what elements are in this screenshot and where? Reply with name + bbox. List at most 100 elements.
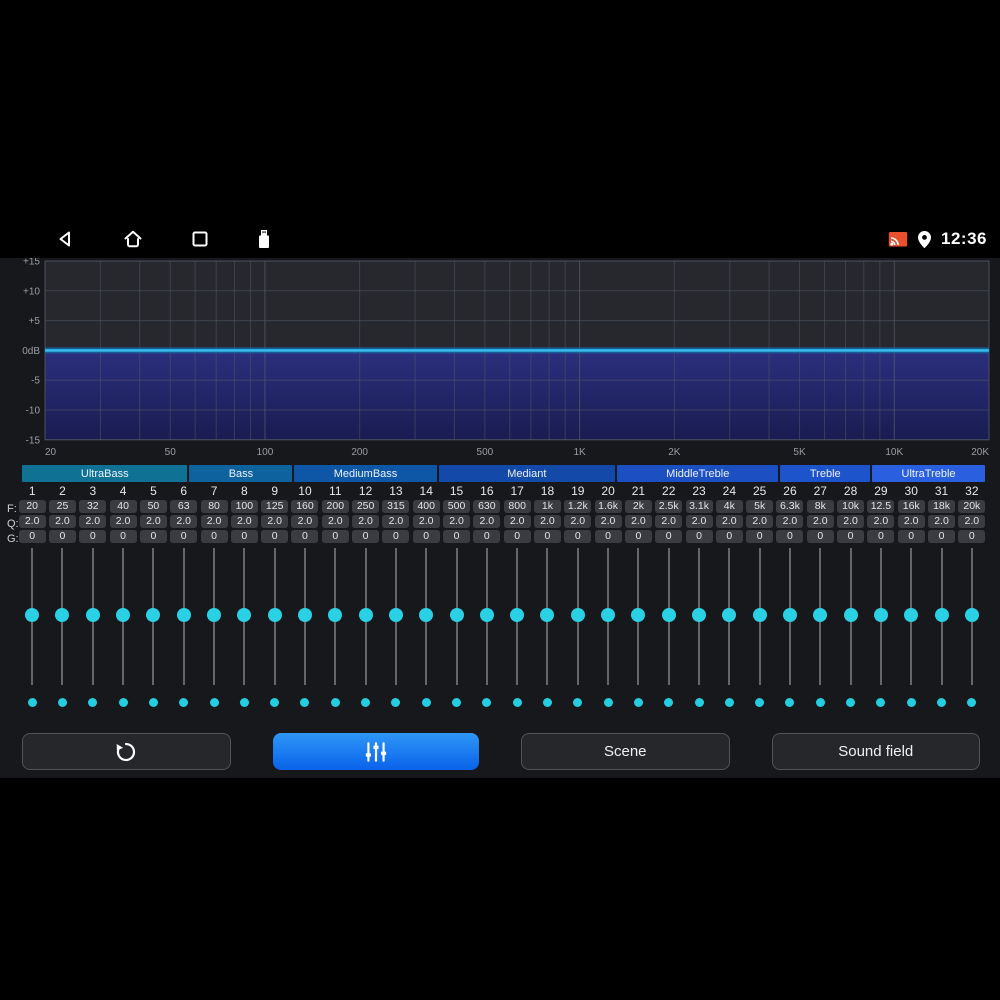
band-q-value[interactable]: 2.0 [897,515,925,528]
band-q-value[interactable]: 2.0 [533,515,561,528]
band-gain-slider[interactable] [654,548,684,685]
band-frequency-value[interactable]: 5k [746,500,774,513]
band-q-value[interactable]: 2.0 [18,515,46,528]
band-q-value[interactable]: 2.0 [655,515,683,528]
band-gain-slider[interactable] [260,548,290,685]
slider-knob[interactable] [449,608,464,622]
band-frequency-value[interactable]: 50 [139,500,167,513]
band-q-value[interactable]: 2.0 [685,515,713,528]
band-q-value[interactable]: 2.0 [503,515,531,528]
group-segment-middletreble[interactable]: MiddleTreble [617,465,779,482]
band-q-value[interactable]: 2.0 [412,515,440,528]
slider-knob[interactable] [722,608,737,622]
group-segment-mediant[interactable]: Mediant [438,465,616,482]
band-q-value[interactable]: 2.0 [230,515,258,528]
band-frequency-value[interactable]: 630 [473,500,501,513]
band-q-value[interactable]: 2.0 [79,515,107,528]
reset-button[interactable] [22,733,231,770]
slider-knob[interactable] [297,608,312,622]
band-gain-slider[interactable] [320,548,350,685]
band-gain-slider[interactable] [714,548,744,685]
band-q-value[interactable]: 2.0 [261,515,289,528]
band-frequency-value[interactable]: 20 [18,500,46,513]
band-frequency-value[interactable]: 100 [230,500,258,513]
band-gain-value[interactable]: 0 [503,530,531,543]
band-frequency-value[interactable]: 160 [291,500,319,513]
band-q-value[interactable]: 2.0 [443,515,471,528]
band-q-value[interactable]: 2.0 [928,515,956,528]
band-gain-slider[interactable] [138,548,168,685]
band-gain-slider[interactable] [350,548,380,685]
slider-knob[interactable] [358,608,373,622]
band-q-value[interactable]: 2.0 [352,515,380,528]
band-gain-slider[interactable] [47,548,77,685]
band-gain-value[interactable]: 0 [715,530,743,543]
group-segment-mediumbass[interactable]: MediumBass [294,465,437,482]
slider-knob[interactable] [55,608,70,622]
band-gain-value[interactable]: 0 [139,530,167,543]
band-gain-value[interactable]: 0 [624,530,652,543]
band-gain-slider[interactable] [199,548,229,685]
slider-knob[interactable] [237,608,252,622]
band-gain-value[interactable]: 0 [230,530,258,543]
band-frequency-value[interactable]: 40 [109,500,137,513]
band-q-value[interactable]: 2.0 [806,515,834,528]
band-gain-value[interactable]: 0 [564,530,592,543]
band-gain-slider[interactable] [108,548,138,685]
band-gain-value[interactable]: 0 [867,530,895,543]
slider-knob[interactable] [752,608,767,622]
band-gain-value[interactable]: 0 [897,530,925,543]
band-gain-value[interactable]: 0 [473,530,501,543]
slider-knob[interactable] [419,608,434,622]
band-q-value[interactable]: 2.0 [564,515,592,528]
band-q-value[interactable]: 2.0 [170,515,198,528]
band-gain-slider[interactable] [17,548,47,685]
band-gain-slider[interactable] [805,548,835,685]
band-gain-slider[interactable] [169,548,199,685]
band-frequency-value[interactable]: 1.2k [564,500,592,513]
band-frequency-value[interactable]: 3.1k [685,500,713,513]
band-q-value[interactable]: 2.0 [624,515,652,528]
slider-knob[interactable] [540,608,555,622]
band-frequency-value[interactable]: 25 [48,500,76,513]
band-gain-value[interactable]: 0 [655,530,683,543]
slider-knob[interactable] [873,608,888,622]
band-frequency-value[interactable]: 125 [261,500,289,513]
slider-knob[interactable] [328,608,343,622]
band-gain-slider[interactable] [563,548,593,685]
band-gain-value[interactable]: 0 [109,530,137,543]
band-gain-slider[interactable] [472,548,502,685]
band-gain-value[interactable]: 0 [291,530,319,543]
slider-knob[interactable] [782,608,797,622]
band-q-value[interactable]: 2.0 [473,515,501,528]
band-gain-value[interactable]: 0 [382,530,410,543]
slider-knob[interactable] [146,608,161,622]
band-gain-value[interactable]: 0 [352,530,380,543]
band-frequency-value[interactable]: 315 [382,500,410,513]
band-q-value[interactable]: 2.0 [715,515,743,528]
slider-knob[interactable] [904,608,919,622]
band-q-value[interactable]: 2.0 [321,515,349,528]
band-gain-slider[interactable] [745,548,775,685]
band-gain-slider[interactable] [78,548,108,685]
band-gain-value[interactable]: 0 [746,530,774,543]
band-gain-slider[interactable] [623,548,653,685]
band-frequency-value[interactable]: 250 [352,500,380,513]
slider-knob[interactable] [267,608,282,622]
band-frequency-value[interactable]: 1k [533,500,561,513]
band-frequency-value[interactable]: 200 [321,500,349,513]
band-gain-value[interactable]: 0 [776,530,804,543]
band-frequency-value[interactable]: 12.5 [867,500,895,513]
usb-icon[interactable] [256,227,272,251]
recents-icon[interactable] [189,228,211,250]
slider-knob[interactable] [631,608,646,622]
band-gain-slider[interactable] [835,548,865,685]
band-frequency-value[interactable]: 8k [806,500,834,513]
band-q-value[interactable]: 2.0 [746,515,774,528]
band-gain-value[interactable]: 0 [594,530,622,543]
band-gain-value[interactable]: 0 [18,530,46,543]
group-segment-treble[interactable]: Treble [780,465,871,482]
slider-knob[interactable] [116,608,131,622]
band-q-value[interactable]: 2.0 [837,515,865,528]
band-gain-value[interactable]: 0 [200,530,228,543]
